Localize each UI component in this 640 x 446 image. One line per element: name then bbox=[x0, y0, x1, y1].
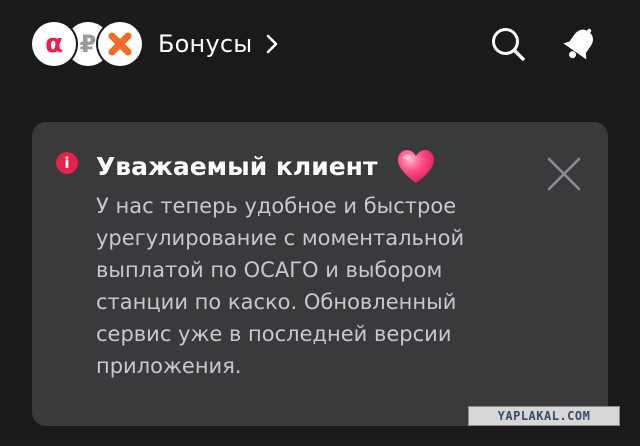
alfa-logo-glyph: α bbox=[45, 29, 63, 59]
close-icon[interactable] bbox=[546, 156, 582, 192]
bonuses-label: Бонусы bbox=[158, 30, 253, 58]
body-line: У нас теперь удобное и быстрое bbox=[96, 194, 457, 218]
info-glyph: i bbox=[64, 153, 70, 172]
bell-icon[interactable] bbox=[560, 24, 600, 64]
search-icon[interactable] bbox=[490, 26, 526, 62]
header: α ₽ Бонусы bbox=[0, 0, 640, 90]
notification-title: Уважаемый клиент bbox=[96, 152, 378, 181]
x-logo-icon bbox=[98, 22, 142, 66]
chevron-right-icon bbox=[266, 34, 278, 54]
watermark: YAPLAKAL.COM bbox=[468, 406, 620, 426]
body-line: выплатой по ОСАГО и выбором bbox=[96, 258, 443, 282]
bonus-coins: α ₽ bbox=[32, 18, 152, 70]
info-icon: i bbox=[56, 152, 78, 174]
alfa-logo-icon: α bbox=[32, 22, 76, 66]
screen: α ₽ Бонусы i Уважаемый клиент У нас тепе… bbox=[0, 0, 640, 446]
notification-body: У нас теперь удобное и быстрое урегулиро… bbox=[96, 190, 536, 382]
ruble-glyph: ₽ bbox=[79, 30, 97, 58]
body-line: урегулирование с моментальной bbox=[96, 226, 465, 250]
body-line: приложения. bbox=[96, 354, 242, 378]
bonuses-link[interactable]: α ₽ Бонусы bbox=[32, 18, 278, 70]
body-line: станции по каско. Обновленный bbox=[96, 290, 457, 314]
notification-card: i Уважаемый клиент У нас теперь удобное … bbox=[32, 122, 608, 426]
heart-icon bbox=[396, 148, 436, 186]
body-line: сервис уже в последней версии bbox=[96, 322, 452, 346]
